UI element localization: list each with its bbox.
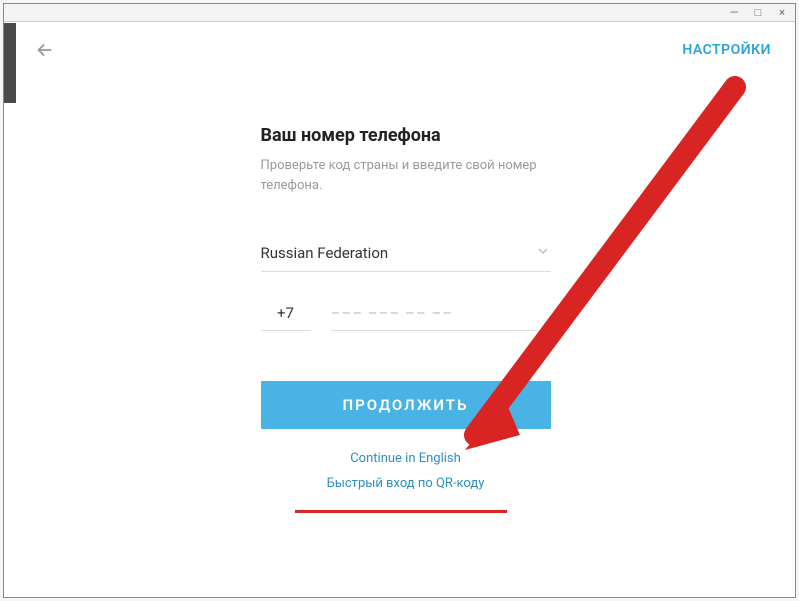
chevron-down-icon	[535, 243, 551, 263]
settings-link[interactable]: НАСТРОЙКИ	[682, 42, 771, 58]
country-code-input[interactable]: +7	[261, 304, 311, 331]
country-selector[interactable]: Russian Federation	[261, 243, 551, 272]
minimize-button[interactable]: —	[727, 6, 741, 20]
qr-login-link[interactable]: Быстрый вход по QR-коду	[261, 476, 551, 491]
arrow-left-icon	[34, 39, 56, 61]
maximize-button[interactable]: □	[751, 6, 765, 20]
continue-button[interactable]: ПРОДОЛЖИТЬ	[261, 381, 551, 429]
sidebar-stub	[4, 23, 16, 103]
window-titlebar: — □ ×	[4, 4, 795, 22]
phone-number-input[interactable]: ––– ––– –– ––	[331, 304, 551, 331]
page-subtitle: Проверьте код страны и введите свой номе…	[261, 156, 551, 195]
back-button[interactable]	[34, 39, 56, 61]
page-title: Ваш номер телефона	[261, 125, 551, 146]
continue-english-link[interactable]: Continue in English	[261, 451, 551, 466]
country-name: Russian Federation	[261, 244, 389, 262]
close-button[interactable]: ×	[775, 6, 789, 20]
